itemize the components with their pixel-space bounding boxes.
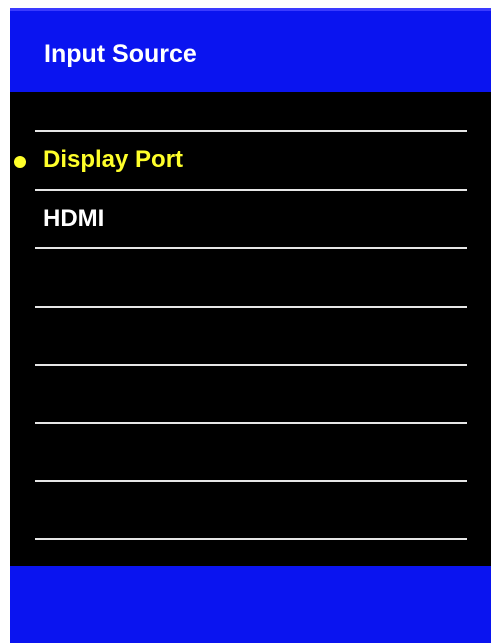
separator <box>35 364 467 366</box>
separator <box>35 422 467 424</box>
menu-item-label: HDMI <box>43 205 105 232</box>
osd-header: Input Source <box>10 8 491 92</box>
selected-bullet-icon <box>14 156 26 168</box>
menu-title: Input Source <box>44 40 197 68</box>
separator <box>35 538 467 540</box>
separator <box>35 189 467 191</box>
separator <box>35 480 467 482</box>
menu-item-display-port[interactable]: Display Port <box>10 134 491 184</box>
menu-item-label: Display Port <box>43 146 184 173</box>
input-source-list: Display Port HDMI <box>10 92 491 566</box>
separator <box>35 306 467 308</box>
separator <box>35 130 467 132</box>
separator <box>35 247 467 249</box>
osd-footer <box>10 566 491 643</box>
menu-item-hdmi[interactable]: HDMI <box>10 193 491 243</box>
osd-menu-panel: Input Source Display Port HDMI <box>10 8 491 643</box>
